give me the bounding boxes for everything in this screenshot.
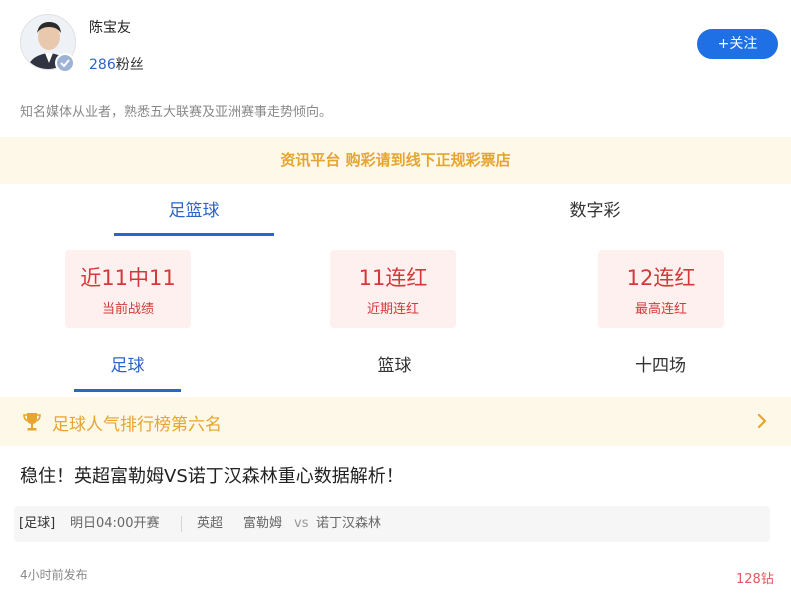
kickoff-time: 明日04:00开赛 xyxy=(70,516,160,531)
stat-value: 12连红 xyxy=(626,266,696,290)
divider xyxy=(181,516,182,532)
stat-label: 最高连红 xyxy=(634,302,687,317)
fans-label: 粉丝 xyxy=(115,57,144,73)
vs-label: vs xyxy=(294,516,309,531)
ranking-label: 足球人气排行榜第六名 xyxy=(52,415,222,435)
author-bio: 知名媒体从业者，熟悉五大联赛及亚洲赛事走势倾向。 xyxy=(20,105,333,120)
active-sport-tab-indicator xyxy=(74,389,181,392)
article-price: 128钻 xyxy=(736,572,774,587)
stat-label: 当前战绩 xyxy=(101,302,154,317)
stat-recent-streak: 11连红 近期连红 xyxy=(330,250,456,328)
tab-lottery-numbers[interactable]: 数字彩 xyxy=(515,188,675,238)
ranking-bar[interactable]: 足球人气排行榜第六名 xyxy=(0,397,791,446)
notice-banner: 资讯平台 购彩请到线下正规彩票店 xyxy=(0,137,791,184)
tab-football[interactable]: 足球 xyxy=(74,345,181,389)
chevron-right-icon xyxy=(757,413,767,429)
verified-badge-icon xyxy=(55,53,75,73)
stat-best-streak: 12连红 最高连红 xyxy=(598,250,724,328)
author-profile: 陈宝友 286粉丝 +关注 xyxy=(0,0,791,92)
posted-time: 4小时前发布 xyxy=(20,568,88,582)
author-name: 陈宝友 xyxy=(89,20,131,36)
stat-current-record: 近11中11 当前战绩 xyxy=(65,250,191,328)
away-team: 诺丁汉森林 xyxy=(316,516,382,531)
tab-football-basketball[interactable]: 足篮球 xyxy=(114,188,274,238)
category-tabs: 足篮球 数字彩 xyxy=(0,188,791,238)
fans-number: 286 xyxy=(89,57,116,73)
stat-value: 11连红 xyxy=(358,266,428,290)
stat-value: 近11中11 xyxy=(80,266,176,290)
follow-button[interactable]: +关注 xyxy=(697,29,778,59)
stat-label: 近期连红 xyxy=(366,302,419,317)
tab-fourteen-matches[interactable]: 十四场 xyxy=(607,345,714,389)
tab-basketball[interactable]: 篮球 xyxy=(341,345,448,389)
article-title[interactable]: 稳住！英超富勒姆VS诺丁汉森林重心数据解析！ xyxy=(20,462,404,488)
match-info: [足球] 明日04:00开赛 英超 富勒姆 vs 诺丁汉森林 xyxy=(14,506,770,542)
fans-count: 286粉丝 xyxy=(89,54,144,74)
active-tab-indicator xyxy=(114,233,274,236)
sport-tabs: 足球 篮球 十四场 xyxy=(0,345,791,393)
home-team: 富勒姆 xyxy=(243,516,283,531)
trophy-icon xyxy=(23,413,41,431)
sport-tag: [足球] xyxy=(19,516,56,531)
league-name: 英超 xyxy=(197,516,224,531)
